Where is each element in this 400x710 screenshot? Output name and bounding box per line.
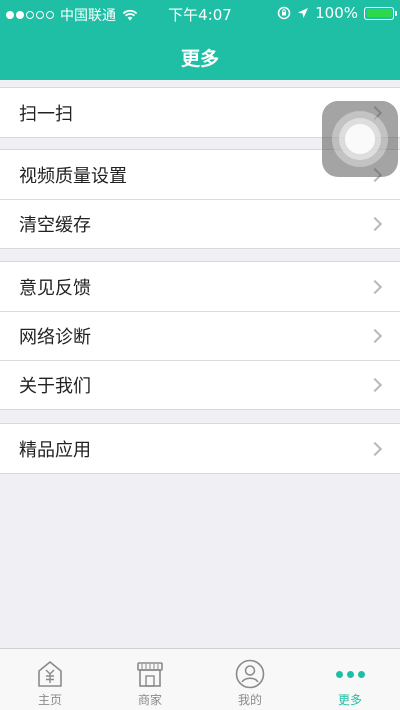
tab-home[interactable]: 主页 xyxy=(0,649,100,710)
location-arrow-icon xyxy=(298,8,309,18)
menu-item-featured-apps[interactable]: 精品应用 xyxy=(0,424,400,473)
settings-group-support: 意见反馈 网络诊断 关于我们 xyxy=(0,261,400,410)
battery-icon xyxy=(364,6,397,20)
menu-item-label: 关于我们 xyxy=(19,375,91,397)
tab-label: 主页 xyxy=(37,693,62,707)
menu-item-label: 清空缓存 xyxy=(19,214,91,236)
home-yuan-icon xyxy=(38,661,62,687)
battery-percent: 100% xyxy=(315,4,358,22)
chevron-right-icon xyxy=(367,441,383,456)
store-icon xyxy=(137,662,163,687)
settings-group-apps: 精品应用 xyxy=(0,423,400,474)
menu-item-label: 精品应用 xyxy=(19,439,91,461)
menu-item-label: 意见反馈 xyxy=(19,277,91,299)
orientation-lock-icon xyxy=(277,6,291,20)
menu-item-network-diagnosis[interactable]: 网络诊断 xyxy=(0,311,400,360)
more-dots-icon xyxy=(335,670,365,678)
tab-label: 商家 xyxy=(137,693,162,707)
tab-bar: 主页 商家 我的 更多 xyxy=(0,648,400,710)
menu-item-label: 网络诊断 xyxy=(19,326,91,348)
menu-item-label: 扫一扫 xyxy=(19,103,73,125)
tab-label: 我的 xyxy=(237,693,262,707)
chevron-right-icon xyxy=(367,216,383,231)
status-bar: 中国联通 下午4:07 100% xyxy=(0,0,400,28)
chevron-right-icon xyxy=(367,279,383,294)
menu-item-about-us[interactable]: 关于我们 xyxy=(0,360,400,409)
profile-icon xyxy=(235,659,265,689)
tab-more[interactable]: 更多 xyxy=(300,649,400,710)
chevron-right-icon xyxy=(367,328,383,343)
page-title: 更多 xyxy=(180,48,219,70)
chevron-right-icon xyxy=(367,377,383,392)
menu-item-label: 视频质量设置 xyxy=(19,165,127,187)
tab-mine[interactable]: 我的 xyxy=(200,649,300,710)
menu-item-feedback[interactable]: 意见反馈 xyxy=(0,262,400,311)
tab-merchants[interactable]: 商家 xyxy=(100,649,200,710)
assistive-touch-button[interactable] xyxy=(322,101,398,177)
menu-item-clear-cache[interactable]: 清空缓存 xyxy=(0,199,400,248)
header: 中国联通 下午4:07 100% 更多 xyxy=(0,0,400,80)
tab-label: 更多 xyxy=(337,693,362,707)
